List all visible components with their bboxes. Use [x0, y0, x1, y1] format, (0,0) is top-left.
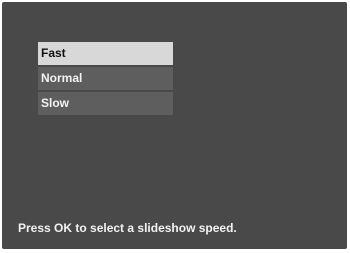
slideshow-speed-screen: Fast Normal Slow Press OK to select a sl… [2, 2, 347, 249]
speed-option-normal[interactable]: Normal [38, 67, 173, 90]
speed-menu: Fast Normal Slow [38, 42, 173, 117]
instruction-text: Press OK to select a slideshow speed. [18, 221, 237, 235]
speed-option-fast[interactable]: Fast [38, 42, 173, 65]
speed-option-slow[interactable]: Slow [38, 92, 173, 115]
